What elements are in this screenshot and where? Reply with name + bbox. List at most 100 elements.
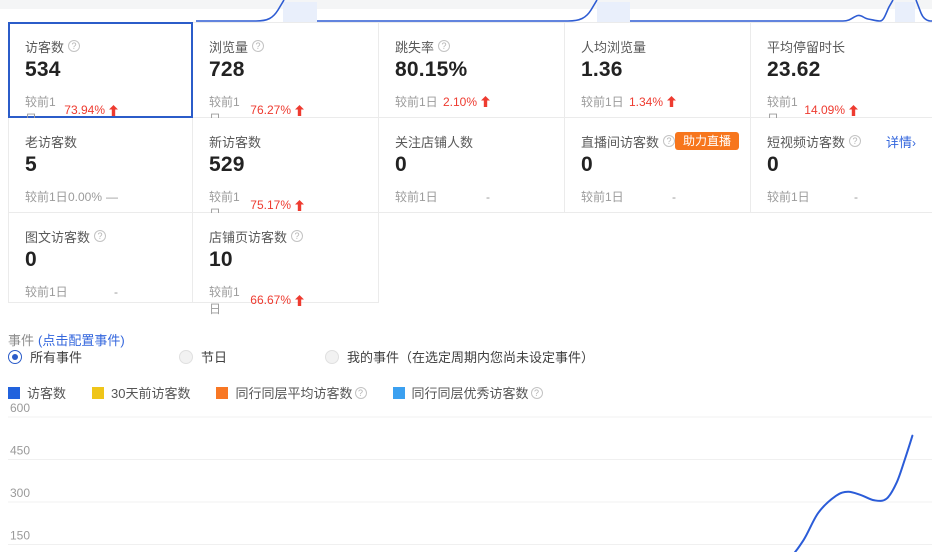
card-label: 直播间访客数: [581, 132, 659, 151]
radio-unselected-icon[interactable]: [325, 350, 339, 364]
card-value: 5: [25, 153, 176, 177]
card-bounce-rate[interactable]: 跳失率? 80.15% 较前1日 2.10%: [379, 22, 565, 118]
radio-holidays[interactable]: 节日: [179, 347, 227, 366]
boost-livestream-badge[interactable]: 助力直播: [675, 132, 739, 150]
card-label: 关注店铺人数: [395, 132, 473, 151]
card-label: 图文访客数: [25, 227, 90, 246]
change-value: -: [854, 190, 858, 204]
card-avg-stay-time[interactable]: 平均停留时长 23.62 较前1日 14.09%: [751, 22, 932, 118]
change-value: 14.09%: [804, 103, 858, 117]
card-value: 0: [25, 248, 176, 272]
help-icon[interactable]: ?: [663, 135, 675, 147]
visitors-trend-chart: 600 450 300 150: [0, 398, 932, 552]
change-value: 75.17%: [250, 198, 304, 212]
card-label: 跳失率: [395, 37, 434, 56]
help-icon[interactable]: ?: [438, 40, 450, 52]
change-value: 73.94%: [64, 103, 118, 117]
card-image-text-visitors[interactable]: 图文访客数? 0 较前1日 -: [8, 213, 193, 303]
arrow-up-icon: [295, 200, 304, 211]
configure-events-link[interactable]: (点击配置事件): [38, 333, 125, 348]
cards-row-1: 访客数? 534 较前1日 73.94% 浏览量? 728 较前1日 76.27…: [8, 22, 932, 118]
card-value: 0: [581, 153, 734, 177]
card-short-video-visitors[interactable]: 短视频访客数? 详情› 0 较前1日 -: [751, 118, 932, 213]
card-shop-followers[interactable]: 关注店铺人数 0 较前1日 -: [379, 118, 565, 213]
card-label: 人均浏览量: [581, 37, 646, 56]
legend-swatch: [8, 387, 20, 399]
events-title-label: 事件: [8, 333, 34, 348]
chevron-right-icon: ›: [912, 136, 916, 150]
change-value: 1.34%: [629, 95, 676, 109]
compare-label: 较前1日: [767, 188, 810, 205]
card-value: 0: [395, 153, 548, 177]
radio-unselected-icon[interactable]: [179, 350, 193, 364]
card-returning-visitors[interactable]: 老访客数 5 较前1日 0.00%—: [8, 118, 193, 213]
card-visitors[interactable]: 访客数? 534 较前1日 73.94%: [8, 22, 193, 118]
svg-text:300: 300: [10, 486, 30, 500]
card-value: 23.62: [767, 58, 916, 82]
arrow-up-icon: [481, 96, 490, 107]
legend-swatch: [216, 387, 228, 399]
change-value: -: [114, 285, 118, 299]
help-icon[interactable]: ?: [291, 230, 303, 242]
radio-selected-icon[interactable]: [8, 350, 22, 364]
svg-text:600: 600: [10, 401, 30, 415]
radio-all-events[interactable]: 所有事件: [8, 347, 82, 366]
compare-label: 较前1日: [395, 93, 438, 110]
card-value: 1.36: [581, 58, 734, 82]
card-label: 短视频访客数: [767, 132, 845, 151]
compare-label: 较前1日: [25, 283, 68, 300]
card-value: 529: [209, 153, 362, 177]
radio-my-events[interactable]: 我的事件（在选定周期内您尚未设定事件）: [325, 347, 594, 366]
card-new-visitors[interactable]: 新访客数 529 较前1日 75.17%: [193, 118, 379, 213]
card-label: 平均停留时长: [767, 37, 845, 56]
card-label: 新访客数: [209, 132, 261, 151]
card-value: 728: [209, 58, 362, 82]
change-value: -: [672, 190, 676, 204]
card-label: 店铺页访客数: [209, 227, 287, 246]
card-shop-page-visitors[interactable]: 店铺页访客数? 10 较前1日 66.67%: [193, 213, 379, 303]
arrow-up-icon: [295, 295, 304, 306]
help-icon[interactable]: ?: [849, 135, 861, 147]
empty-area: [379, 213, 932, 303]
card-livestream-visitors[interactable]: 直播间访客数? 助力直播 0 较前1日 -: [565, 118, 751, 213]
compare-label: 较前1日: [25, 188, 68, 205]
card-value: 10: [209, 248, 362, 272]
sparkline-strip: [0, 0, 932, 22]
details-link[interactable]: 详情›: [886, 132, 916, 151]
metric-cards-grid: 访客数? 534 较前1日 73.94% 浏览量? 728 较前1日 76.27…: [8, 22, 932, 303]
legend-swatch: [92, 387, 104, 399]
arrow-up-icon: [849, 105, 858, 116]
arrow-up-icon: [667, 96, 676, 107]
card-value: 80.15%: [395, 58, 548, 82]
compare-label: 较前1日: [209, 283, 250, 317]
change-value: -: [486, 190, 490, 204]
help-icon[interactable]: ?: [68, 40, 80, 52]
svg-text:150: 150: [10, 529, 30, 543]
card-value: 0: [767, 153, 916, 177]
card-pageviews[interactable]: 浏览量? 728 较前1日 76.27%: [193, 22, 379, 118]
help-icon[interactable]: ?: [94, 230, 106, 242]
compare-label: 较前1日: [581, 188, 624, 205]
card-label: 浏览量: [209, 37, 248, 56]
card-views-per-visitor[interactable]: 人均浏览量 1.36 较前1日 1.34%: [565, 22, 751, 118]
card-label: 访客数: [25, 37, 64, 56]
change-value: 66.67%: [250, 293, 304, 307]
compare-label: 较前1日: [395, 188, 438, 205]
svg-text:450: 450: [10, 444, 30, 458]
flat-dash-icon: —: [106, 190, 118, 204]
change-value: 76.27%: [250, 103, 304, 117]
help-icon[interactable]: ?: [531, 387, 543, 399]
legend-swatch: [393, 387, 405, 399]
card-label: 老访客数: [25, 132, 77, 151]
compare-label: 较前1日: [581, 93, 624, 110]
event-filter-radios: 所有事件 节日 我的事件（在选定周期内您尚未设定事件）: [8, 347, 594, 366]
cards-row-2: 老访客数 5 较前1日 0.00%— 新访客数 529 较前1日 75.17% …: [8, 118, 932, 213]
help-icon[interactable]: ?: [252, 40, 264, 52]
change-value: 0.00%—: [68, 190, 118, 204]
help-icon[interactable]: ?: [355, 387, 367, 399]
card-value: 534: [25, 58, 176, 82]
arrow-up-icon: [109, 105, 118, 116]
arrow-up-icon: [295, 105, 304, 116]
store-analytics-dashboard: 访客数? 534 较前1日 73.94% 浏览量? 728 较前1日 76.27…: [0, 0, 932, 552]
cards-row-3: 图文访客数? 0 较前1日 - 店铺页访客数? 10 较前1日 66.67%: [8, 213, 932, 303]
